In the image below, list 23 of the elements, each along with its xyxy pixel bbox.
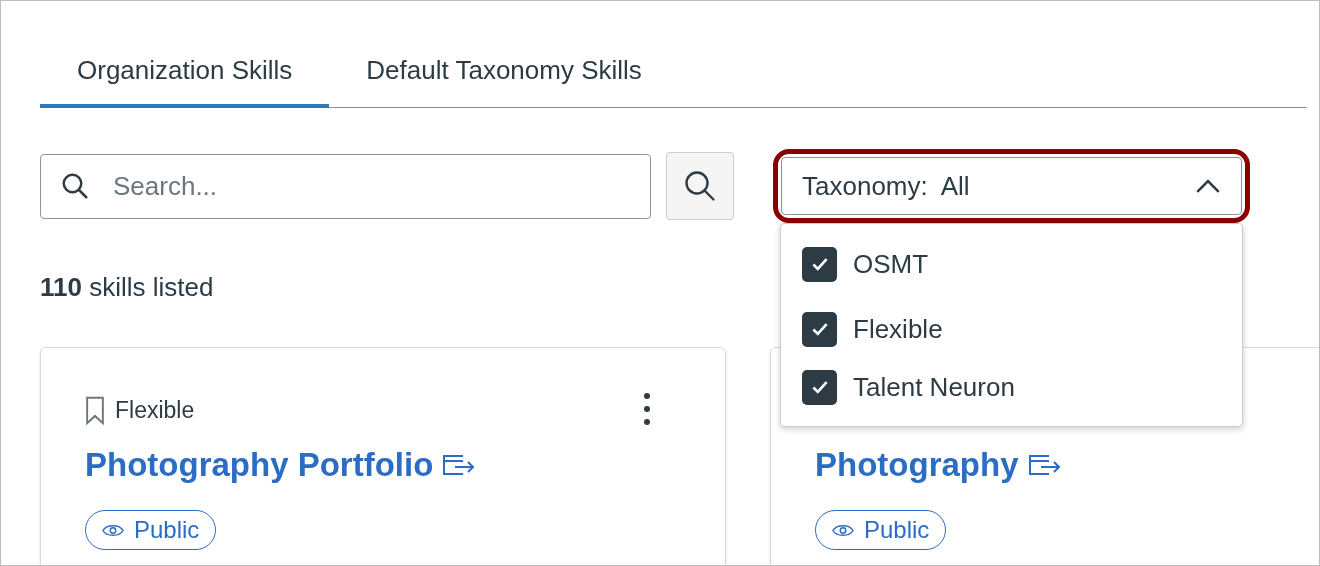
search-field[interactable]: Search... [40,153,651,219]
option-label[interactable]: Talent Neuron [853,371,1015,403]
search-button[interactable] [666,152,734,220]
option-label[interactable]: Flexible [853,313,943,345]
skills-count: 110 skills listed [40,272,215,303]
option-label[interactable]: OSMT [853,248,929,280]
eye-icon [832,522,854,538]
skill-title-link[interactable]: Photography Portfolio [85,446,434,484]
tab[interactable]: Default Taxonomy Skills [329,41,679,108]
taxonomy-select[interactable]: Taxonomy: All [781,157,1242,215]
checkbox[interactable] [802,246,837,282]
tab[interactable]: Organization Skills [40,41,330,108]
eye-icon [102,522,124,538]
bookmark-icon [85,395,105,425]
more-options-icon[interactable] [643,392,651,426]
taxonomy-label: Flexible [115,396,195,424]
checkbox[interactable] [802,311,837,347]
search-icon [682,168,718,204]
skill-title-link[interactable]: Photography [815,446,1019,484]
checkbox[interactable] [802,369,837,405]
export-icon[interactable] [441,453,476,477]
export-icon[interactable] [1026,453,1061,477]
caret-icon [1195,178,1221,194]
